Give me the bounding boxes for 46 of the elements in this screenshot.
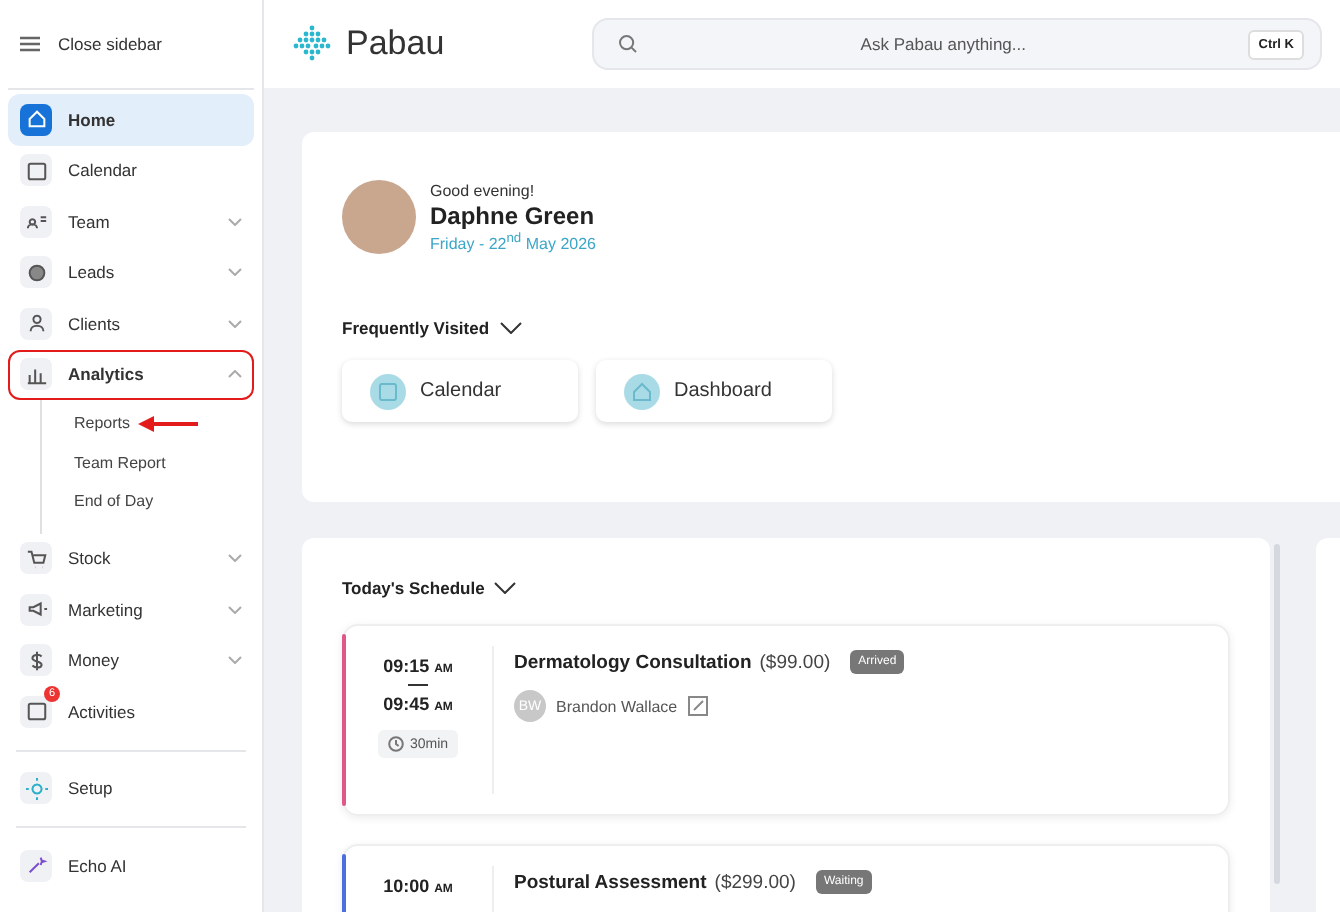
appointment-title: Dermatology Consultation (514, 651, 752, 673)
submenu-item[interactable]: Reports (74, 414, 131, 433)
shortcut-button[interactable]: Calendar (342, 360, 578, 422)
clock-icon (387, 736, 404, 752)
greeting: Good evening! (430, 181, 537, 200)
price: ($299.00) (714, 871, 796, 893)
price: ($99.00) (759, 651, 831, 673)
submenu-item[interactable]: End of Day (74, 492, 154, 511)
home-icon (624, 373, 660, 409)
logo-text: Pabau (346, 24, 445, 64)
chevron-icon[interactable] (499, 322, 522, 334)
sun-icon (25, 777, 47, 800)
section-title: Today's Schedule (342, 578, 485, 598)
date: Friday - 22$^{nd}$ May 2026 (430, 231, 596, 253)
user-name: Daphne Green (430, 201, 596, 230)
section-title: Frequently Visited (342, 318, 490, 338)
search-icon (618, 34, 638, 54)
close-sidebar-link[interactable]: Close sidebar (58, 34, 162, 54)
sidebar-item[interactable]: Echo AI (8, 840, 254, 891)
sidebar-item[interactable]: Home (8, 94, 254, 145)
home-icon (25, 108, 47, 131)
external-link-icon[interactable] (687, 696, 708, 716)
cart-icon (25, 547, 47, 570)
people-icon (25, 210, 47, 233)
sidebar-item[interactable]: Marketing (8, 584, 254, 635)
logo-icon (292, 24, 332, 64)
sidebar-item[interactable]: Leads (8, 247, 254, 298)
client-name[interactable]: Brandon Wallace (556, 697, 678, 715)
dollar-icon (25, 649, 47, 672)
sidebar-item[interactable]: Calendar (8, 145, 254, 196)
sidebar-item[interactable]: Analytics (8, 349, 254, 400)
chevron-icon[interactable] (494, 582, 517, 594)
avatar (342, 180, 416, 254)
appointment-title: Postural Assessment (514, 871, 707, 893)
sidebar-item[interactable]: Stock (8, 533, 254, 584)
megaphone-icon (25, 598, 47, 621)
sidebar-item[interactable]: Clients (8, 298, 254, 349)
search-input[interactable]: Ask Pabau anything... (638, 32, 1249, 56)
sidebar-item[interactable]: Team (8, 196, 254, 247)
menu-icon[interactable] (20, 36, 40, 52)
shortcut-button[interactable]: Dashboard (596, 360, 832, 422)
sidebar-item[interactable]: Setup (8, 763, 254, 814)
person-icon (25, 312, 47, 335)
sidebar-item[interactable]: Money (8, 635, 254, 686)
wand-icon (25, 854, 47, 877)
submenu-item[interactable]: Team Report (74, 453, 166, 472)
